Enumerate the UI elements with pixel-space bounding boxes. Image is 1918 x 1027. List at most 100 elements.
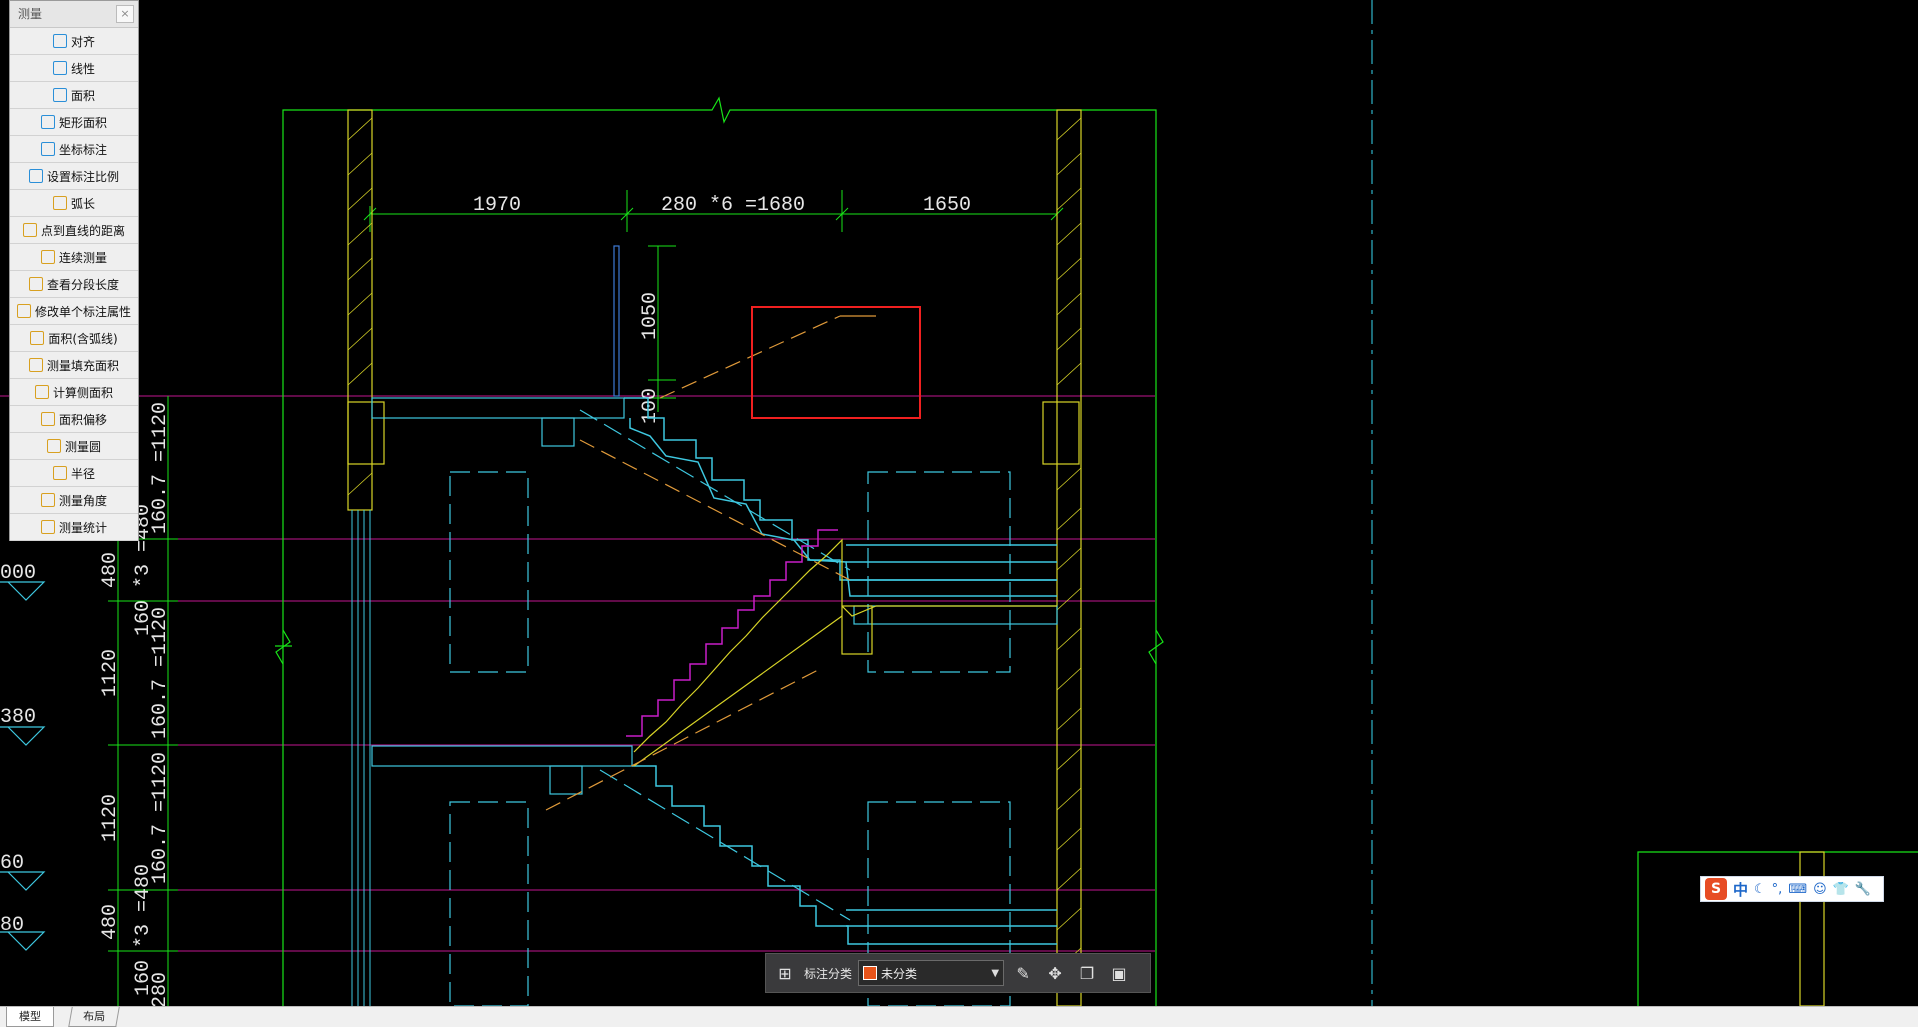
measure-tool-area-offset[interactable]: 面积偏移 (10, 406, 138, 433)
ime-punctuation[interactable]: °, (1772, 882, 1783, 897)
measure-tool-label: 线性 (70, 61, 95, 76)
left-dim-outer-2: 1120 (99, 649, 122, 697)
left-dim-outer-4: 480 (99, 904, 122, 940)
measure-tool-label: 连续测量 (58, 250, 107, 265)
ime-chinese-mode[interactable]: 中 (1733, 879, 1748, 900)
measure-tool-label: 设置标注比例 (46, 169, 119, 184)
dim-1680: 280 *6 =1680 (661, 194, 805, 217)
measure-tool-label: 测量圆 (64, 439, 101, 454)
wrench-icon[interactable]: 🔧 (1855, 882, 1871, 897)
arc-area-icon (30, 331, 45, 345)
keyboard-icon[interactable]: ⌨ (1788, 882, 1807, 897)
measure-tool-hatch-area[interactable]: 测量填充面积 (10, 352, 138, 379)
measure-tool-segment-length[interactable]: 查看分段长度 (10, 271, 138, 298)
coordinate-icon (40, 142, 55, 156)
dim-1050: 1050 (639, 292, 662, 340)
measure-tool-label: 测量角度 (58, 493, 107, 508)
area-offset-icon (40, 412, 55, 426)
measure-tool-label: 查看分段长度 (46, 277, 119, 292)
level-4: 80 (0, 914, 24, 937)
hatch-area-icon (28, 358, 43, 372)
move-icon[interactable]: ✥ (1042, 960, 1068, 986)
segment-length-icon (28, 277, 43, 291)
annotation-category-select[interactable]: 未分类 ▼ (858, 960, 1005, 986)
copy-icon[interactable]: ❐ (1074, 960, 1100, 986)
rectangle-area-icon (40, 115, 55, 129)
measure-tool-label: 修改单个标注属性 (34, 304, 131, 319)
dim-1650: 1650 (923, 194, 971, 217)
measure-tool-circle[interactable]: 测量圆 (10, 433, 138, 460)
measure-tool-linear-dimension[interactable]: 线性 (10, 55, 138, 82)
aligned-dimension-icon (52, 34, 67, 48)
measure-tool-label: 测量填充面积 (46, 358, 119, 373)
circle-icon (46, 439, 61, 453)
annotation-toolbar: ⊞ 标注分类 未分类 ▼ ✎ ✥ ❐ ▣ (765, 953, 1151, 993)
measure-tool-side-area[interactable]: 计算侧面积 (10, 379, 138, 406)
sogou-logo-icon[interactable]: S (1705, 878, 1727, 900)
edit-dimension-icon (16, 304, 31, 318)
measure-tool-label: 面积 (70, 88, 95, 103)
annotation-category-label: 标注分类 (804, 966, 853, 981)
arc-length-icon (52, 196, 67, 210)
measure-tool-statistics[interactable]: 测量统计 (10, 514, 138, 541)
measure-tool-coordinate[interactable]: 坐标标注 (10, 136, 138, 163)
close-icon[interactable]: × (116, 5, 134, 23)
measure-tool-point-line-distance[interactable]: 点到直线的距离 (10, 217, 138, 244)
measure-tool-list: 对齐线性面积矩形面积坐标标注设置标注比例 弧长点到直线的距离 连续测量查看分段长度修… (10, 28, 138, 541)
measure-tool-edit-dimension[interactable]: 修改单个标注属性 (10, 298, 138, 325)
measure-tool-area[interactable]: 面积 (10, 82, 138, 109)
measure-panel-title: 测量 × (10, 1, 138, 28)
skin-icon[interactable]: 👕 (1833, 882, 1849, 897)
measure-tool-label: 面积偏移 (58, 412, 107, 427)
selection-rectangle (751, 306, 921, 419)
measure-tool-label: 坐标标注 (58, 142, 107, 157)
measure-tool-label: 计算侧面积 (52, 385, 113, 400)
measure-tool-label: 半径 (70, 466, 95, 481)
measure-tool-angle[interactable]: 测量角度 (10, 487, 138, 514)
level-2: 380 (0, 706, 36, 729)
moon-icon[interactable]: ☾ (1754, 882, 1766, 897)
left-dim-outer-1: 480 (99, 552, 122, 588)
linear-dimension-icon (52, 61, 67, 75)
left-dim-outer-5: 280 (149, 972, 172, 1006)
statistics-icon (40, 520, 55, 534)
category-color-swatch (863, 966, 878, 980)
scale-icon (28, 169, 43, 183)
drawing-canvas[interactable]: 1970 280 *6 =1680 1650 1050 100 160.7 =1… (0, 0, 1918, 1006)
chevron-down-icon: ▼ (991, 967, 1000, 979)
tab-layout[interactable]: 布局 (68, 1007, 120, 1027)
measure-panel: 测量 × 对齐线性面积矩形面积坐标标注设置标注比例 弧长点到直线的距离 连续测量查看… (9, 0, 139, 541)
ime-toolbar: S 中 ☾ °, ⌨ ☺ 👕 🔧 (1700, 876, 1884, 902)
point-line-distance-icon (22, 223, 37, 237)
measure-panel-title-text: 测量 (18, 7, 43, 21)
radius-icon (52, 466, 67, 480)
grid-icon[interactable]: ⊞ (772, 960, 798, 986)
measure-tool-arc-area[interactable]: 面积(含弧线) (10, 325, 138, 352)
measure-tool-rectangle-area[interactable]: 矩形面积 (10, 109, 138, 136)
measure-tool-radius[interactable]: 半径 (10, 460, 138, 487)
left-dim-outer-3: 1120 (99, 794, 122, 842)
side-area-icon (34, 385, 49, 399)
measure-tool-label: 测量统计 (58, 520, 107, 535)
user-icon[interactable]: ☺ (1813, 882, 1827, 897)
annotation-category-value: 未分类 (881, 966, 918, 981)
area-icon (52, 88, 67, 102)
measure-tool-label: 矩形面积 (58, 115, 107, 130)
layout-tabs: 模型 布局 (0, 1006, 1918, 1027)
tab-layout-label: 布局 (83, 1010, 106, 1023)
edit-icon[interactable]: ✎ (1010, 960, 1036, 986)
measure-tool-label: 面积(含弧线) (48, 331, 118, 346)
continuous-measure-icon (40, 250, 55, 264)
left-dim-3: 160.7 =1120 (149, 607, 172, 739)
dim-1970: 1970 (473, 194, 521, 217)
tab-model[interactable]: 模型 (6, 1007, 54, 1027)
measure-tool-label: 弧长 (70, 196, 95, 211)
angle-icon (40, 493, 55, 507)
measure-tool-label: 对齐 (70, 34, 95, 49)
measure-tool-arc-length[interactable]: 弧长 (10, 190, 138, 217)
measure-tool-label: 点到直线的距离 (40, 223, 125, 238)
measure-tool-aligned-dimension[interactable]: 对齐 (10, 28, 138, 55)
measure-tool-scale[interactable]: 设置标注比例 (10, 163, 138, 190)
paste-icon[interactable]: ▣ (1106, 960, 1132, 986)
measure-tool-continuous-measure[interactable]: 连续测量 (10, 244, 138, 271)
